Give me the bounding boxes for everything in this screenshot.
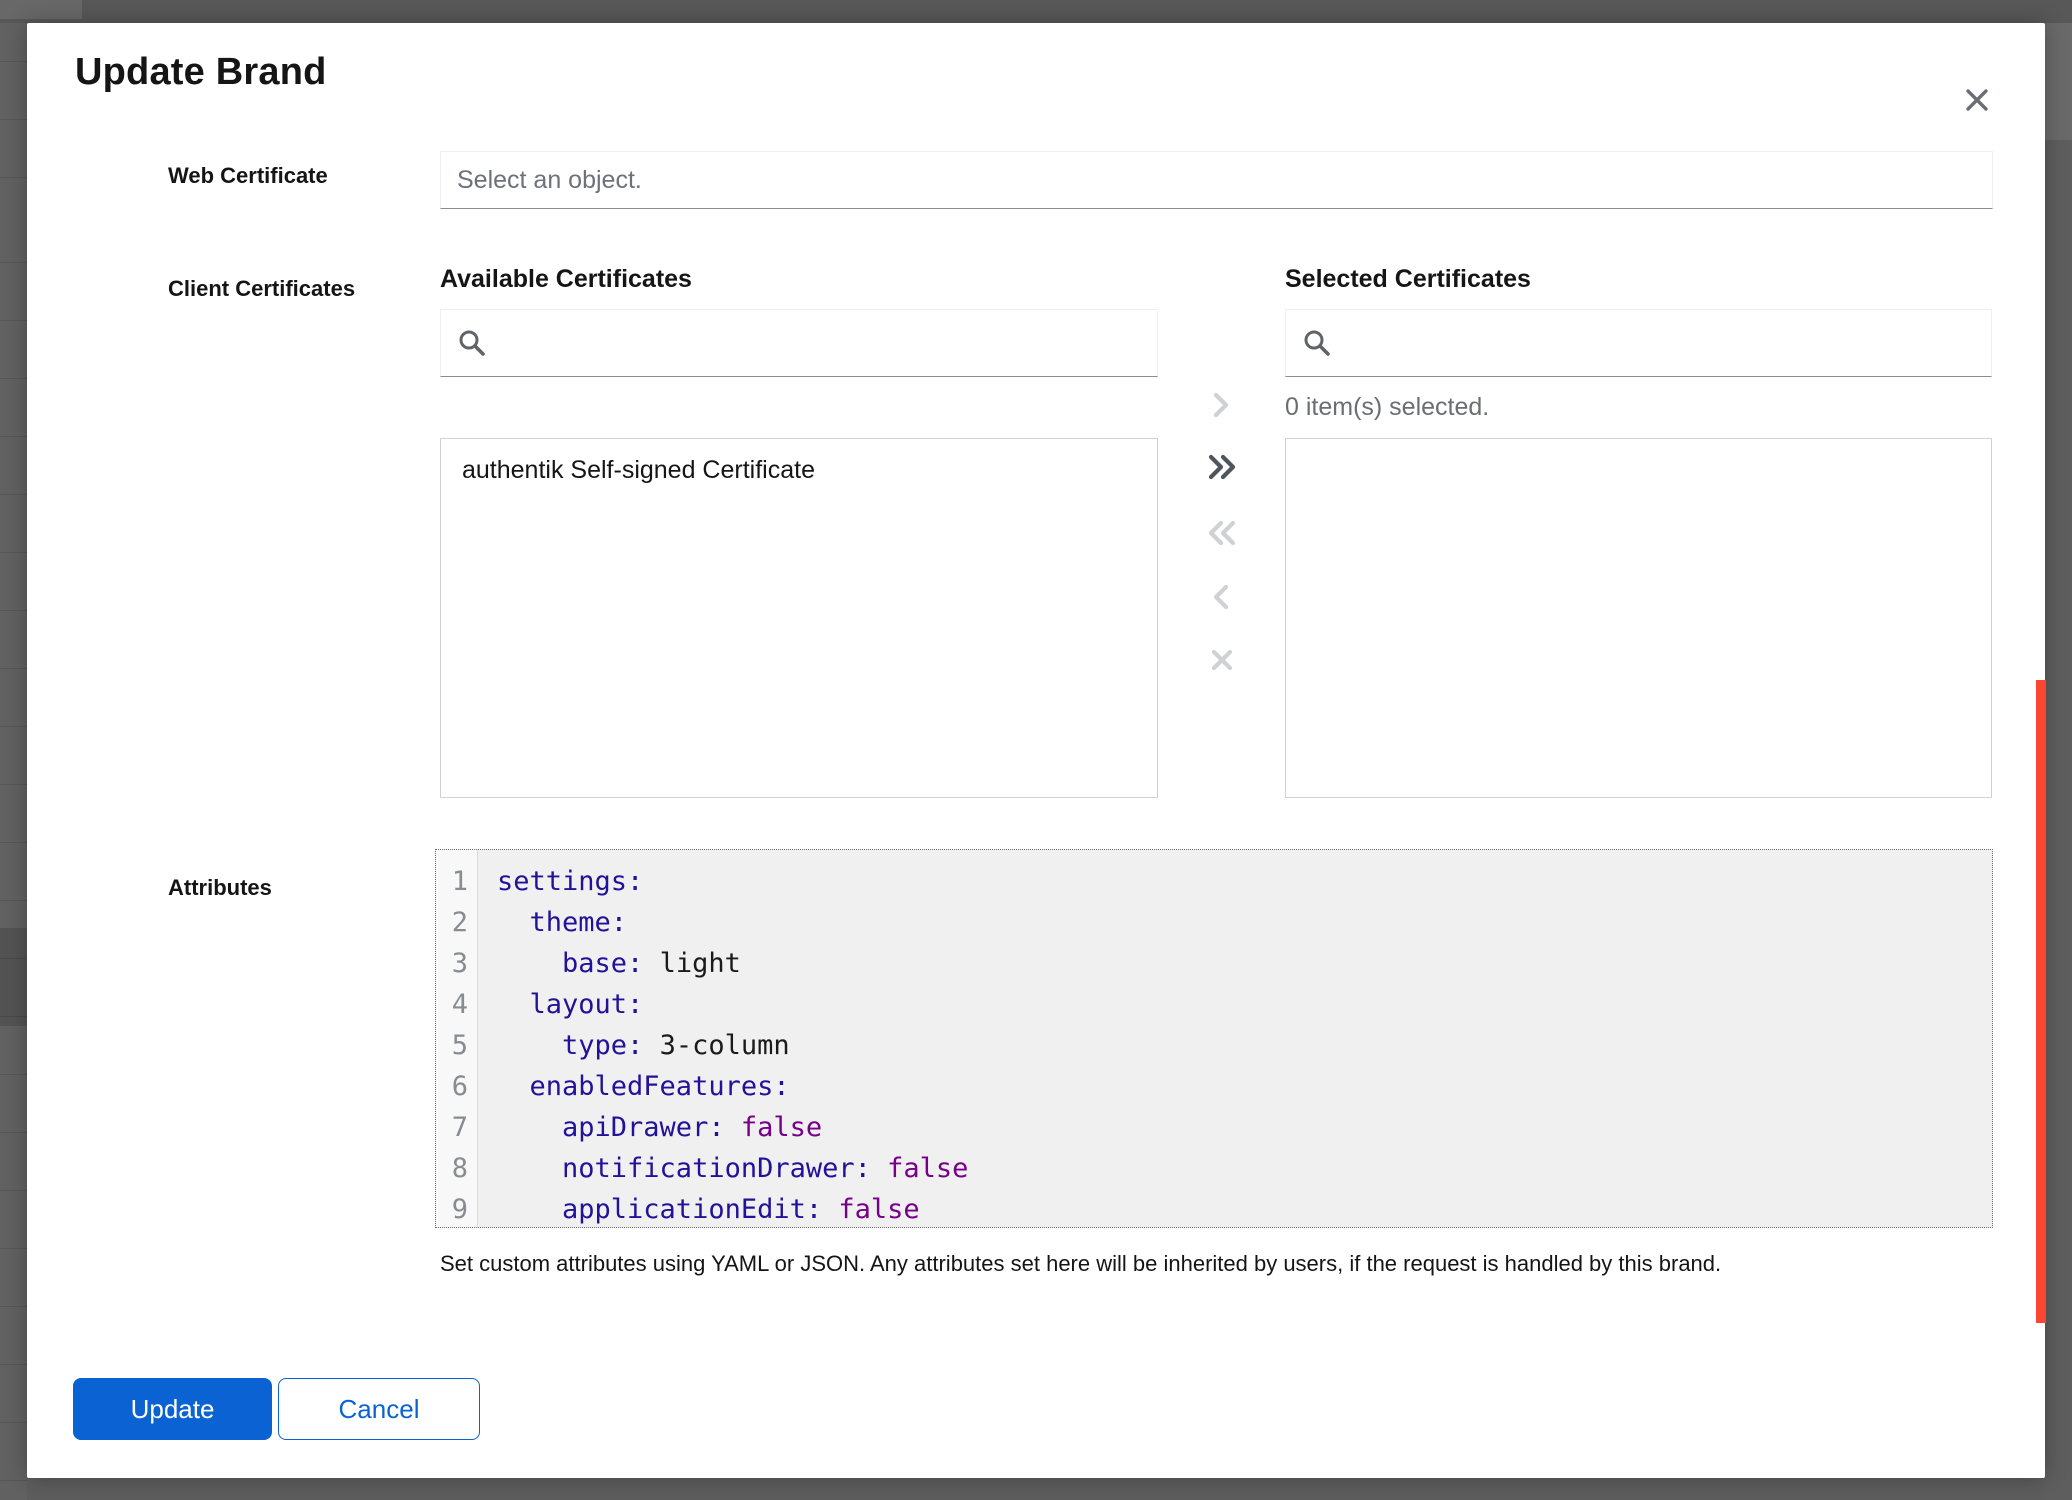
background-logo-remnant <box>0 0 82 19</box>
available-search-input[interactable] <box>441 310 1157 376</box>
modal-title: Update Brand <box>75 51 327 94</box>
screen: Update Brand Web Certificate Client Cert… <box>0 0 2072 1500</box>
selected-search-input[interactable] <box>1286 310 1991 376</box>
selected-search-box <box>1285 309 1992 377</box>
background-header-remnant <box>0 0 2072 23</box>
attributes-code-editor[interactable]: 123456789 settings: theme: base: light l… <box>435 849 1993 1228</box>
remove-all-button[interactable] <box>1198 636 1246 684</box>
code-editor-content: settings: theme: base: light layout: typ… <box>478 850 968 1227</box>
move-selected-left-button[interactable] <box>1198 573 1246 621</box>
certificate-option[interactable]: authentik Self-signed Certificate <box>441 439 1157 502</box>
move-selected-right-button[interactable] <box>1198 381 1246 429</box>
available-certificates-heading: Available Certificates <box>440 265 692 294</box>
code-editor-gutter: 123456789 <box>436 850 478 1227</box>
selected-certificates-list[interactable] <box>1285 438 1992 798</box>
close-icon <box>1964 87 1990 116</box>
attributes-help-text: Set custom attributes using YAML or JSON… <box>440 1251 1985 1277</box>
client-certificates-label: Client Certificates <box>168 276 355 302</box>
background-sidebar-active-item <box>0 928 27 1026</box>
selected-count-status: 0 item(s) selected. <box>1285 393 1489 422</box>
selected-certificates-heading: Selected Certificates <box>1285 265 1531 294</box>
background-right-block <box>2045 23 2072 140</box>
update-brand-modal: Update Brand Web Certificate Client Cert… <box>27 23 2045 1478</box>
chevron-right-icon <box>1209 391 1236 419</box>
chevron-left-icon <box>1209 583 1236 611</box>
cancel-button[interactable]: Cancel <box>278 1378 480 1440</box>
chevron-double-left-icon <box>1209 519 1236 547</box>
clear-icon <box>1209 646 1236 674</box>
web-certificate-label: Web Certificate <box>168 163 328 189</box>
close-button[interactable] <box>1951 75 2003 127</box>
attributes-label: Attributes <box>168 875 272 901</box>
background-right-remnant <box>2045 23 2072 1500</box>
available-certificates-list[interactable]: authentik Self-signed Certificate <box>440 438 1158 798</box>
chevron-double-right-icon <box>1209 453 1236 481</box>
available-search-box <box>440 309 1158 377</box>
move-all-right-button[interactable] <box>1198 443 1246 491</box>
update-button[interactable]: Update <box>73 1378 272 1440</box>
move-all-left-button[interactable] <box>1198 509 1246 557</box>
alert-edge-bar <box>2036 680 2046 1323</box>
dual-list-controls <box>1187 23 1257 723</box>
background-sidebar-remnant <box>0 23 27 1500</box>
